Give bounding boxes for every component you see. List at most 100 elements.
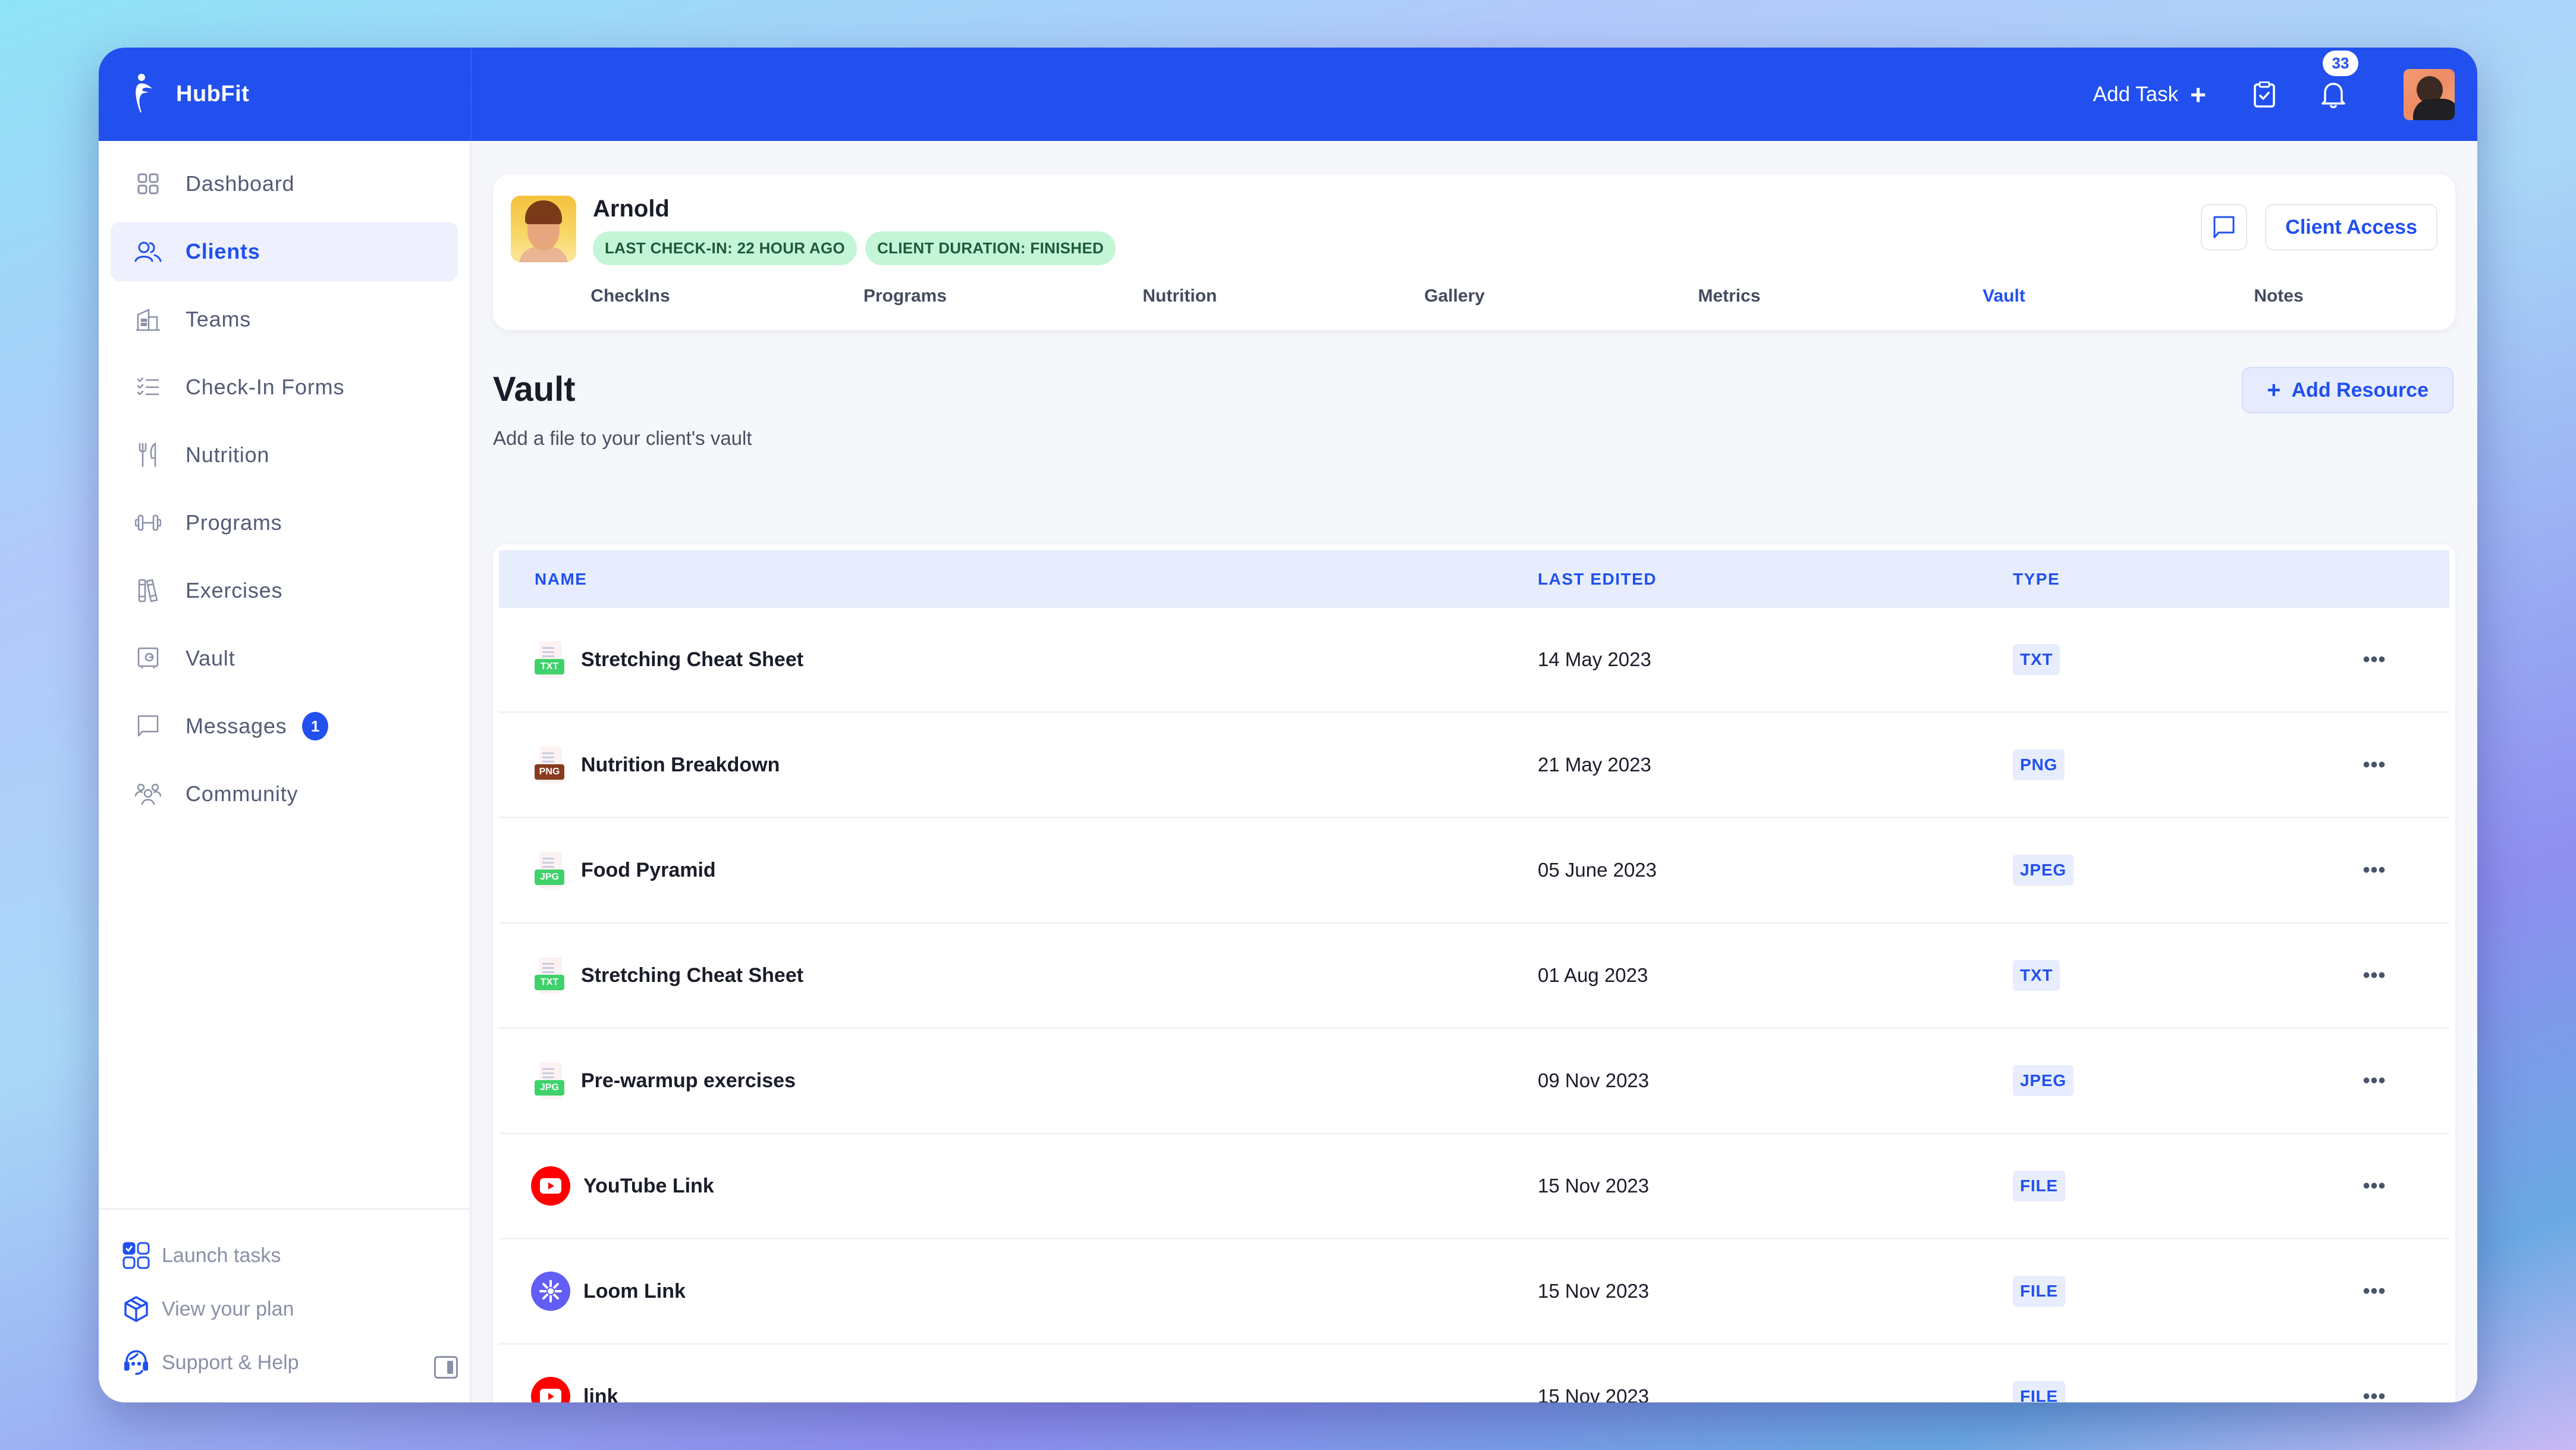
launch-tasks-icon [121,1241,151,1270]
sidebar-item-label: Check-In Forms [186,375,345,399]
tab-metrics[interactable]: Metrics [1592,286,1867,306]
resource-name[interactable]: Nutrition Breakdown [581,754,780,777]
more-options-icon[interactable]: ••• [2357,1069,2392,1093]
sidebar-item-label: Messages [186,714,287,738]
tasks-button[interactable] [2248,78,2281,111]
sidebar-item-programs[interactable]: Programs [111,493,458,553]
youtube-icon [531,1166,570,1206]
last-edited-date: 09 Nov 2023 [1538,1069,1650,1091]
sidebar-item-teams[interactable]: Teams [111,290,458,349]
notification-count-badge: 33 [2323,50,2358,76]
resource-name[interactable]: YouTube Link [583,1175,714,1198]
tab-programs[interactable]: Programs [768,286,1042,306]
sidebar-item-exercises[interactable]: Exercises [111,561,458,620]
resource-name[interactable]: Stretching Cheat Sheet [581,964,803,987]
building-icon [134,306,162,333]
table-row[interactable]: link 15 Nov 2023 FILE ••• [499,1345,2449,1402]
sidebar-footer: Launch tasks View your plan Support & He… [99,1208,470,1402]
last-edited-date: 14 May 2023 [1538,648,1651,670]
client-access-button[interactable]: Client Access [2265,204,2437,250]
last-edited-date: 21 May 2023 [1538,754,1651,776]
sidebar-item-label: Nutrition [186,442,270,467]
chat-icon [2213,216,2235,238]
sidebar-item-label: Exercises [186,578,283,602]
main-content: Arnold LAST CHECK-IN: 22 HOUR AGO CLIENT… [472,141,2477,1402]
column-header-type[interactable]: TYPE [2013,570,2060,588]
support-help-link[interactable]: Support & Help [99,1336,470,1389]
sidebar-item-nutrition[interactable]: Nutrition [111,425,458,485]
resource-name[interactable]: Loom Link [583,1280,686,1303]
add-task-label: Add Task [2093,82,2179,106]
more-options-icon[interactable]: ••• [2357,753,2392,777]
column-header-last-edited[interactable]: LAST EDITED [1538,570,1657,588]
file-type-label: TXT [535,975,564,990]
add-task-button[interactable]: Add Task + [2093,81,2206,108]
sidebar-item-community[interactable]: Community [111,764,458,824]
sidebar-item-label: Dashboard [186,171,295,196]
notifications-button[interactable]: 33 [2317,50,2358,111]
view-plan-label: View your plan [162,1297,294,1320]
collapse-sidebar-button[interactable] [434,1356,458,1379]
type-badge: FILE [2013,1170,2065,1201]
file-type-label: JPG [535,1080,564,1096]
tab-notes[interactable]: Notes [2141,286,2416,306]
table-header: NAME LAST EDITED TYPE [499,550,2449,608]
sidebar-item-messages[interactable]: Messages 1 [111,696,458,756]
table-row[interactable]: YouTube Link 15 Nov 2023 FILE ••• [499,1134,2449,1239]
sidebar-item-label: Community [186,782,299,806]
message-client-button[interactable] [2201,204,2248,250]
sidebar-item-label: Teams [186,307,252,331]
plus-icon: + [2267,376,2281,403]
table-row[interactable]: TXT Stretching Cheat Sheet 01 Aug 2023 TXT •… [499,924,2449,1029]
add-resource-button[interactable]: + Add Resource [2242,367,2454,413]
youtube-icon [531,1377,570,1402]
resource-name[interactable]: Stretching Cheat Sheet [581,648,803,671]
grid-icon [134,170,162,197]
sidebar-item-label: Programs [186,510,282,535]
sidebar-item-clients[interactable]: Clients [111,222,458,281]
vault-table: NAME LAST EDITED TYPE TXT Stretching Chea… [493,544,2455,1402]
txt-file-icon: TXT [535,641,566,678]
add-resource-label: Add Resource [2291,378,2429,401]
table-row[interactable]: JPG Pre-warmup exercises 09 Nov 2023 JPEG ••… [499,1029,2449,1134]
resource-name[interactable]: link [583,1385,618,1403]
sidebar-item-vault[interactable]: Vault [111,629,458,688]
sidebar-item-label: Clients [186,239,260,263]
tab-vault[interactable]: Vault [1867,286,2141,306]
more-options-icon[interactable]: ••• [2357,648,2392,671]
sidebar-item-label: Vault [186,646,235,670]
sidebar-item-check-in-forms[interactable]: Check-In Forms [111,357,458,417]
resource-name[interactable]: Pre-warmup exercises [581,1069,796,1093]
view-plan-link[interactable]: View your plan [99,1282,470,1336]
more-options-icon[interactable]: ••• [2357,1279,2392,1303]
more-options-icon[interactable]: ••• [2357,1174,2392,1198]
jpg-file-icon: JPG [535,1062,566,1099]
table-row[interactable]: PNG Nutrition Breakdown 21 May 2023 PNG ••• [499,713,2449,818]
last-edited-date: 01 Aug 2023 [1538,964,1648,986]
more-options-icon[interactable]: ••• [2357,963,2392,987]
more-options-icon[interactable]: ••• [2357,858,2392,882]
table-row[interactable]: Loom Link 15 Nov 2023 FILE ••• [499,1239,2449,1345]
sidebar-nav: Dashboard Clients Teams Check-In Forms N… [99,141,470,824]
column-header-name[interactable]: NAME [535,570,587,589]
type-badge: TXT [2013,644,2060,675]
tab-gallery[interactable]: Gallery [1317,286,1592,306]
user-avatar[interactable] [2404,68,2455,120]
brand[interactable]: HubFit [99,48,472,141]
table-row[interactable]: TXT Stretching Cheat Sheet 14 May 2023 TXT •… [499,608,2449,713]
table-row[interactable]: JPG Food Pyramid 05 June 2023 JPEG ••• [499,818,2449,924]
table-body: TXT Stretching Cheat Sheet 14 May 2023 TXT •… [499,608,2449,1402]
community-icon [134,780,162,808]
message-icon [134,713,162,740]
more-options-icon[interactable]: ••• [2357,1385,2392,1403]
resource-name[interactable]: Food Pyramid [581,859,716,882]
tab-checkins[interactable]: CheckIns [493,286,768,306]
jpg-file-icon: JPG [535,852,566,889]
type-badge: FILE [2013,1381,2065,1402]
support-help-label: Support & Help [162,1351,299,1374]
sidebar-item-dashboard[interactable]: Dashboard [111,154,458,214]
hubfit-logo-icon [136,73,152,112]
launch-tasks-link[interactable]: Launch tasks [99,1229,470,1282]
sidebar: Dashboard Clients Teams Check-In Forms N… [99,141,472,1402]
tab-nutrition[interactable]: Nutrition [1042,286,1317,306]
